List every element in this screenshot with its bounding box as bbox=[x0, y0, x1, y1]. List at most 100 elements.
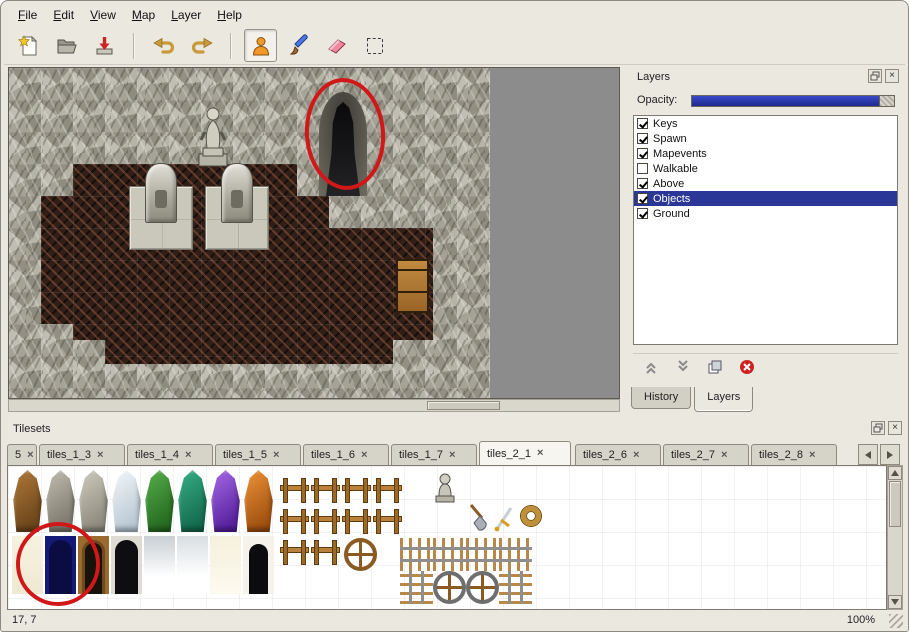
opacity-slider-handle[interactable] bbox=[879, 96, 894, 106]
open-button[interactable] bbox=[50, 29, 83, 62]
tile-shovel[interactable] bbox=[466, 502, 490, 536]
tileset-tab-5[interactable]: tiles_1_7× bbox=[391, 444, 477, 465]
layer-row-keys[interactable]: Keys bbox=[634, 116, 897, 131]
tileset-tab-2[interactable]: tiles_1_4× bbox=[127, 444, 213, 465]
menu-help[interactable]: Help bbox=[209, 5, 250, 25]
new-button[interactable] bbox=[12, 29, 45, 62]
tile-fence[interactable] bbox=[311, 507, 340, 536]
tile-track-horizontal[interactable] bbox=[400, 538, 433, 571]
layers-panel-float-button[interactable] bbox=[868, 69, 882, 83]
tile-door-wood[interactable] bbox=[78, 536, 109, 594]
tile-wheel[interactable] bbox=[466, 571, 499, 604]
layer-row-spawn[interactable]: Spawn bbox=[634, 131, 897, 146]
tile-wall-white[interactable] bbox=[177, 536, 208, 594]
tab-close-icon[interactable]: × bbox=[97, 450, 103, 461]
tile-fence[interactable] bbox=[280, 538, 309, 567]
layer-checkbox[interactable] bbox=[637, 208, 648, 219]
tab-close-icon[interactable]: × bbox=[721, 450, 727, 461]
tileset-tab-6[interactable]: tiles_2_1× bbox=[479, 441, 571, 465]
layer-checkbox[interactable] bbox=[637, 163, 648, 174]
tile-rock-gray[interactable] bbox=[78, 470, 109, 532]
tile-rock-ice[interactable] bbox=[111, 470, 142, 532]
layer-checkbox[interactable] bbox=[637, 193, 648, 204]
tileset-vscroll-thumb[interactable] bbox=[889, 481, 901, 527]
select-tool-button[interactable] bbox=[358, 29, 391, 62]
tab-layers[interactable]: Layers bbox=[694, 387, 753, 412]
tile-fence[interactable] bbox=[311, 476, 340, 505]
tile-rock-gray[interactable] bbox=[45, 470, 76, 532]
tab-close-icon[interactable]: × bbox=[537, 448, 543, 459]
layer-checkbox[interactable] bbox=[637, 148, 648, 159]
menu-view[interactable]: View bbox=[82, 5, 124, 25]
tile-fence[interactable] bbox=[342, 507, 371, 536]
tilesets-panel-close-button[interactable]: × bbox=[888, 421, 902, 435]
delete-layer-button[interactable] bbox=[735, 356, 759, 378]
layer-row-objects[interactable]: Objects bbox=[634, 191, 897, 206]
tileset-canvas[interactable] bbox=[7, 465, 887, 610]
tileset-tab-9[interactable]: tiles_2_8× bbox=[751, 444, 837, 465]
tile-statue[interactable] bbox=[430, 470, 462, 504]
eraser-tool-button[interactable] bbox=[320, 29, 353, 62]
brush-tool-button[interactable] bbox=[282, 29, 315, 62]
scroll-down-button[interactable] bbox=[888, 595, 902, 609]
menu-map[interactable]: Map bbox=[124, 5, 163, 25]
tileset-tab-1[interactable]: tiles_1_3× bbox=[39, 444, 125, 465]
tabs-scroll-left-button[interactable] bbox=[858, 444, 878, 465]
menu-file[interactable]: File bbox=[10, 5, 45, 25]
tile-fence[interactable] bbox=[280, 507, 309, 536]
tile-track-horizontal[interactable] bbox=[499, 538, 532, 571]
layer-row-ground[interactable]: Ground bbox=[634, 206, 897, 221]
scroll-up-button[interactable] bbox=[888, 466, 902, 480]
tile-floor-cream[interactable] bbox=[210, 536, 241, 594]
tile-door-selected[interactable] bbox=[45, 536, 76, 594]
tab-close-icon[interactable]: × bbox=[185, 450, 191, 461]
tile-wheel[interactable] bbox=[433, 571, 466, 604]
menu-layer[interactable]: Layer bbox=[163, 5, 209, 25]
redo-button[interactable] bbox=[185, 29, 218, 62]
tile-archway-black[interactable] bbox=[243, 536, 274, 594]
tile-fence[interactable] bbox=[373, 476, 402, 505]
map-horizontal-scrollbar[interactable] bbox=[8, 399, 620, 412]
save-button[interactable] bbox=[88, 29, 121, 62]
tileset-tab-7[interactable]: tiles_2_6× bbox=[575, 444, 661, 465]
tile-wall-white[interactable] bbox=[144, 536, 175, 594]
tile-fence[interactable] bbox=[280, 476, 309, 505]
tileset-tab-3[interactable]: tiles_1_5× bbox=[215, 444, 301, 465]
tileset-tab-0[interactable]: 5× bbox=[7, 444, 37, 465]
tab-close-icon[interactable]: × bbox=[633, 450, 639, 461]
tile-crystal-teal[interactable] bbox=[177, 470, 208, 532]
tab-close-icon[interactable]: × bbox=[27, 450, 33, 461]
tile-fence[interactable] bbox=[311, 538, 340, 567]
menu-edit[interactable]: Edit bbox=[45, 5, 82, 25]
tile-track-horizontal[interactable] bbox=[466, 538, 499, 571]
player-stamp-tool-button[interactable] bbox=[244, 29, 277, 62]
tile-rock-brown[interactable] bbox=[12, 470, 43, 532]
tile-fence[interactable] bbox=[373, 507, 402, 536]
tile-floor-cream[interactable] bbox=[12, 536, 43, 594]
tab-close-icon[interactable]: × bbox=[273, 450, 279, 461]
lower-layer-button[interactable] bbox=[671, 356, 695, 378]
tile-track-vertical[interactable] bbox=[499, 571, 532, 604]
tab-close-icon[interactable]: × bbox=[449, 450, 455, 461]
tile-whip-coil[interactable] bbox=[520, 504, 544, 538]
layer-row-mapevents[interactable]: Mapevents bbox=[634, 146, 897, 161]
tabs-scroll-right-button[interactable] bbox=[880, 444, 900, 465]
tilesets-panel-float-button[interactable] bbox=[871, 421, 885, 435]
tile-track-horizontal[interactable] bbox=[433, 538, 466, 571]
tile-wagon-wheel[interactable] bbox=[344, 538, 377, 571]
tile-crystal-purple[interactable] bbox=[210, 470, 241, 532]
opacity-slider[interactable] bbox=[691, 95, 895, 107]
layers-panel-close-button[interactable]: × bbox=[885, 69, 899, 83]
tile-track-vertical[interactable] bbox=[400, 571, 433, 604]
layer-row-above[interactable]: Above bbox=[634, 176, 897, 191]
tile-crystal-orange[interactable] bbox=[243, 470, 274, 532]
tab-history[interactable]: History bbox=[631, 387, 691, 409]
undo-button[interactable] bbox=[147, 29, 180, 62]
duplicate-layer-button[interactable] bbox=[703, 356, 727, 378]
layer-checkbox[interactable] bbox=[637, 118, 648, 129]
layer-row-walkable[interactable]: Walkable bbox=[634, 161, 897, 176]
tab-close-icon[interactable]: × bbox=[361, 450, 367, 461]
tileset-vertical-scrollbar[interactable] bbox=[887, 465, 903, 610]
map-canvas[interactable] bbox=[8, 67, 620, 399]
tile-crystal-green[interactable] bbox=[144, 470, 175, 532]
